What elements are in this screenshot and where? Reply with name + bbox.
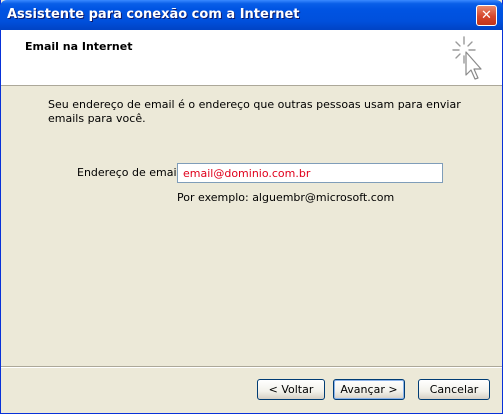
intro-text: Seu endereço de email é o endereço que o… bbox=[48, 98, 461, 125]
close-button[interactable]: ✕ bbox=[476, 5, 497, 26]
example-text: Por exemplo: alguembr@microsoft.com bbox=[177, 191, 395, 204]
close-icon: ✕ bbox=[481, 8, 492, 23]
cancel-button[interactable]: Cancelar bbox=[418, 379, 490, 400]
page-title: Email na Internet bbox=[25, 40, 133, 53]
next-button[interactable]: Avançar > bbox=[333, 379, 405, 400]
title-bar[interactable]: Assistente para conexão com a Internet ✕ bbox=[0, 0, 503, 30]
footer-divider bbox=[1, 366, 502, 368]
email-input[interactable] bbox=[177, 163, 443, 183]
back-button[interactable]: < Voltar bbox=[257, 379, 325, 400]
wizard-window: Assistente para conexão com a Internet ✕… bbox=[0, 0, 503, 414]
window-title: Assistente para conexão com a Internet bbox=[7, 7, 300, 22]
email-label: Endereço de email: bbox=[77, 166, 184, 179]
wizard-header: Email na Internet bbox=[1, 30, 502, 86]
wizard-sparkle-cursor-icon bbox=[452, 36, 482, 80]
